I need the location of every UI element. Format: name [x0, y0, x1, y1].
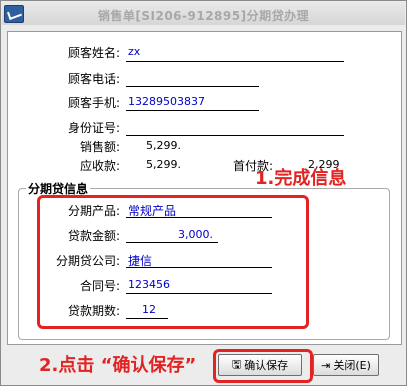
customer-name-field[interactable]: zx: [128, 45, 140, 58]
id-number-label: 身份证号:: [67, 121, 120, 135]
close-label: 关闭(E): [333, 359, 371, 372]
customer-mobile-label: 顾客手机:: [67, 96, 120, 110]
confirm-save-label: 确认保存: [244, 359, 289, 372]
installment-dialog: 销售单[SI206-912895]分期贷办理 顾客姓名: zx 顾客电话: 顾客…: [0, 0, 407, 386]
receivable-label: 应收款:: [79, 159, 120, 173]
step2-annotation: 2.点击 “确认保存”: [39, 355, 197, 376]
save-icon: 🖫: [231, 357, 242, 371]
sales-amount-value: 5,299.: [146, 139, 181, 152]
step1-annotation: 1.完成信息: [255, 168, 347, 189]
close-door-icon: ⇥: [321, 358, 331, 372]
sales-amount-label: 销售额:: [79, 140, 120, 154]
customer-phone-label: 顾客电话:: [67, 72, 120, 86]
customer-mobile-underline: [126, 110, 259, 111]
installment-highlight-box: [37, 195, 309, 329]
customer-name-label: 顾客姓名:: [67, 46, 120, 60]
id-number-underline: [126, 135, 344, 136]
customer-mobile-field[interactable]: 13289503837: [128, 95, 205, 108]
title-bar: 销售单[SI206-912895]分期贷办理: [2, 2, 405, 25]
window-title: 销售单[SI206-912895]分期贷办理: [97, 9, 310, 23]
customer-name-underline: [126, 61, 344, 62]
confirm-save-button[interactable]: 🖫 确认保存: [218, 354, 302, 376]
customer-phone-underline: [126, 86, 259, 87]
close-button[interactable]: ⇥ 关闭(E): [313, 354, 379, 376]
